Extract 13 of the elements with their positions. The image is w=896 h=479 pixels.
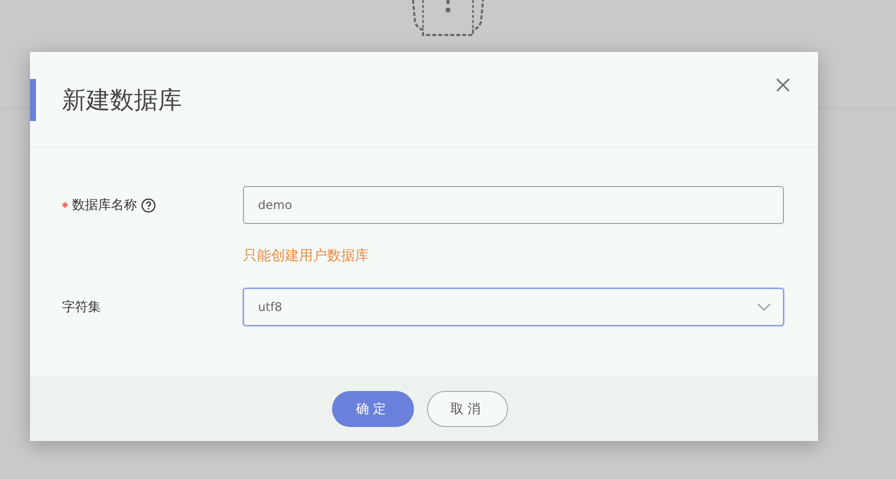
- field-label: 数据库名称: [72, 197, 137, 214]
- help-icon[interactable]: [141, 198, 156, 212]
- chevron-down-icon: [757, 302, 771, 312]
- hint-text: 只能创建用户数据库: [243, 247, 369, 265]
- confirm-button[interactable]: 确定: [332, 390, 414, 426]
- device-icon: [411, 0, 485, 36]
- charset-select[interactable]: utf8: [243, 288, 784, 326]
- close-button[interactable]: [774, 76, 792, 94]
- input-field[interactable]: demo: [243, 186, 784, 224]
- cancel-button[interactable]: 取消: [427, 390, 508, 426]
- accent-bar: [30, 78, 36, 120]
- field-label: 字符集: [62, 299, 101, 316]
- dialog-title: 新建数据库: [62, 84, 182, 116]
